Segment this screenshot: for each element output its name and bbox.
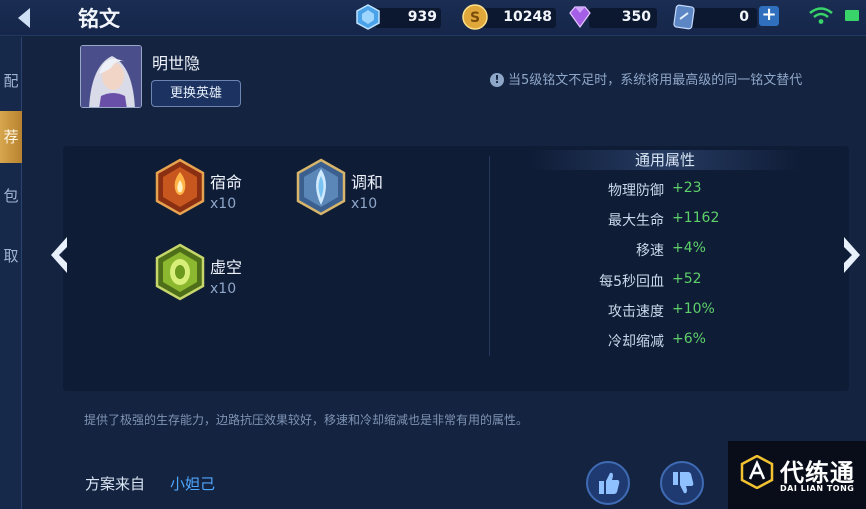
fate-rune-icon bbox=[155, 158, 205, 216]
attribute-name: 冷却缩减 bbox=[608, 334, 664, 350]
battery-icon bbox=[845, 10, 859, 21]
gold-coin-icon: S bbox=[462, 4, 488, 30]
side-tab-bao[interactable]: 包 bbox=[0, 170, 22, 222]
attribute-name: 移速 bbox=[636, 243, 664, 259]
attribute-value: +52 bbox=[672, 271, 702, 287]
watermark: 代练通 DAI LIAN TONG bbox=[728, 441, 866, 509]
add-ticket-button[interactable]: + bbox=[759, 6, 779, 26]
harmony-rune-icon bbox=[296, 158, 346, 216]
attribute-name: 攻击速度 bbox=[608, 304, 664, 320]
plan-author-link[interactable]: 小妲己 bbox=[170, 473, 215, 494]
plan-description: 提供了极强的生存能力，边路抗压效果较好，移速和冷却缩减也是非常有用的属性。 bbox=[84, 413, 529, 427]
attribute-row: 冷却缩减 +6% bbox=[500, 331, 800, 351]
rune-name: 调和 bbox=[351, 173, 384, 192]
attribute-row: 物理防御 +23 bbox=[500, 180, 800, 200]
rune-item[interactable]: 调和 x10 bbox=[295, 158, 415, 218]
like-button[interactable] bbox=[586, 461, 630, 505]
side-tab-pei[interactable]: 配 bbox=[0, 55, 22, 107]
ticket-counter: 0 bbox=[671, 4, 757, 30]
info-icon: ! bbox=[490, 73, 504, 87]
wifi-icon bbox=[809, 7, 833, 24]
rune-item[interactable]: 宿命 x10 bbox=[154, 158, 274, 218]
thumbs-up-icon bbox=[599, 472, 620, 494]
attribute-row: 攻击速度 +10% bbox=[500, 301, 800, 321]
page-title: 铭文 bbox=[78, 7, 120, 31]
back-arrow-icon[interactable] bbox=[14, 6, 48, 30]
gold-counter: S 10248 bbox=[462, 4, 556, 30]
rune-name: 虚空 bbox=[210, 258, 243, 277]
dislike-button[interactable] bbox=[660, 461, 704, 505]
attribute-value: +23 bbox=[672, 180, 702, 196]
attribute-value: +10% bbox=[672, 301, 715, 317]
next-plan-arrow-icon[interactable] bbox=[834, 233, 866, 277]
top-bar: 铭文 939 S 10248 350 0 + bbox=[0, 0, 866, 36]
change-hero-button[interactable]: 更换英雄 bbox=[151, 80, 241, 107]
rune-count: x10 bbox=[210, 281, 237, 297]
hero-avatar[interactable] bbox=[80, 45, 142, 108]
hero-portrait-icon bbox=[81, 46, 141, 107]
attribute-name: 最大生命 bbox=[608, 213, 664, 229]
watermark-subtext: DAI LIAN TONG bbox=[780, 484, 855, 493]
side-tab-jian[interactable]: 荐 bbox=[0, 111, 22, 163]
side-tab-qu[interactable]: 取 bbox=[0, 230, 22, 282]
attribute-row: 每5秒回血 +52 bbox=[500, 271, 800, 291]
diamond-icon bbox=[356, 4, 380, 30]
attributes-title: 通用属性 bbox=[530, 150, 800, 170]
rune-count: x10 bbox=[210, 196, 237, 212]
panel-divider bbox=[489, 156, 490, 356]
diamond-counter: 939 bbox=[355, 4, 441, 30]
void-rune-icon bbox=[155, 243, 205, 301]
rune-item[interactable]: 虚空 x10 bbox=[154, 243, 274, 303]
side-tab-bar: 配 荐 包 取 bbox=[0, 37, 22, 509]
attribute-name: 每5秒回血 bbox=[599, 274, 664, 290]
notice-text: 当5级铭文不足时，系统将用最高级的同一铭文替代 bbox=[508, 73, 803, 88]
thumbs-down-icon bbox=[673, 472, 694, 494]
rune-count: x10 bbox=[351, 196, 378, 212]
previous-plan-arrow-icon[interactable] bbox=[45, 233, 77, 277]
attribute-row: 最大生命 +1162 bbox=[500, 210, 800, 230]
hero-name: 明世隐 bbox=[152, 54, 201, 73]
attribute-row: 移速 +4% bbox=[500, 240, 800, 260]
plan-source-label: 方案来自 bbox=[85, 475, 146, 493]
gem-counter: 350 bbox=[567, 4, 657, 29]
watermark-text: 代练通 bbox=[780, 459, 855, 487]
attribute-value: +6% bbox=[672, 331, 706, 347]
rune-notice: ! 当5级铭文不足时，系统将用最高级的同一铭文替代 bbox=[490, 69, 802, 88]
attribute-value: +1162 bbox=[672, 210, 720, 226]
ticket-icon bbox=[673, 4, 695, 30]
rune-name: 宿命 bbox=[210, 173, 243, 192]
svg-text:S: S bbox=[470, 10, 480, 26]
attribute-value: +4% bbox=[672, 240, 706, 256]
watermark-logo-icon bbox=[740, 455, 774, 489]
attribute-name: 物理防御 bbox=[608, 183, 664, 199]
gem-icon bbox=[569, 6, 591, 29]
